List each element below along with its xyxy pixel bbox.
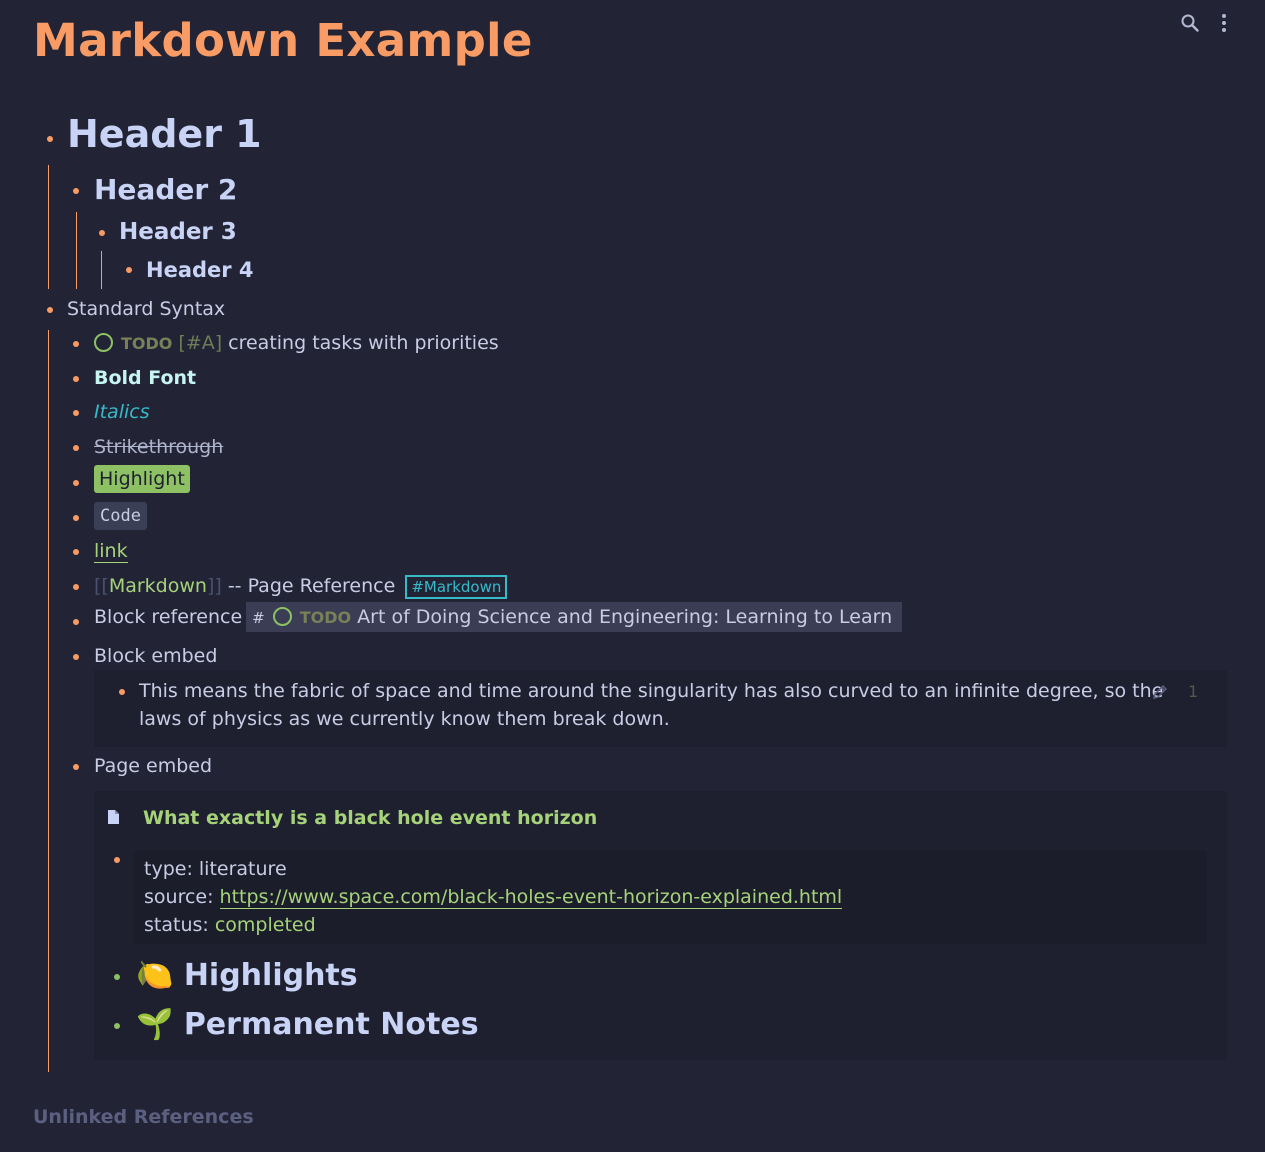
source-link[interactable]: https://www.space.com/black-holes-event-… [219, 886, 843, 909]
more-vertical-icon[interactable] [1211, 10, 1237, 36]
todo-text: creating tasks with priorities [228, 332, 499, 354]
block-reference-label: Block reference [94, 606, 243, 628]
block-embed: This means the fabric of space and time … [94, 670, 1227, 747]
property-key: status: [144, 914, 209, 936]
block-bullet[interactable] [114, 974, 120, 980]
header-3[interactable]: Header 3 [119, 219, 237, 245]
block-reference[interactable]: # TODO Art of Doing Science and Engineerin… [246, 602, 903, 632]
permanent-notes-heading[interactable]: 🌱 Permanent Notes [136, 1007, 479, 1042]
property-value: literature [198, 858, 287, 880]
block-bullet[interactable] [114, 1023, 120, 1029]
block-bullet[interactable] [73, 188, 79, 194]
seedling-icon: 🌱 [136, 1007, 174, 1042]
bracket-open: [[ [94, 575, 109, 597]
priority-tag[interactable]: [#A] [178, 332, 222, 354]
reference-count[interactable]: 1 [1188, 682, 1198, 701]
strikethrough-text[interactable]: Strikethrough [94, 436, 223, 458]
block-bullet[interactable] [99, 230, 105, 236]
block-embed-label[interactable]: Block embed [94, 645, 217, 667]
block-bullet[interactable] [73, 654, 79, 660]
block-bullet[interactable] [73, 764, 79, 770]
heading-text: Permanent Notes [183, 1007, 479, 1042]
block-bullet[interactable] [119, 689, 125, 695]
block-bullet[interactable] [126, 267, 132, 273]
block-bullet[interactable] [73, 480, 79, 486]
header-4[interactable]: Header 4 [146, 258, 254, 282]
block-bullet[interactable] [114, 857, 120, 863]
page-reference-block[interactable]: [[Markdown]] -- Page Reference #Markdown [94, 575, 508, 599]
link-block: link [94, 540, 128, 563]
standard-syntax-label[interactable]: Standard Syntax [67, 298, 225, 320]
header-1[interactable]: Header 1 [67, 112, 262, 156]
page-embed: What exactly is a black hole event horiz… [94, 791, 1227, 1060]
property-type: type: literature [144, 858, 287, 880]
block-reference-text: Art of Doing Science and Engineering: Le… [357, 606, 893, 628]
todo-checkbox[interactable] [94, 333, 113, 352]
block-bullet[interactable] [73, 584, 79, 590]
bold-text[interactable]: Bold Font [94, 367, 196, 389]
hash-icon: # [252, 609, 265, 627]
property-key: source: [144, 886, 214, 908]
children-guide-line [101, 251, 102, 289]
embedded-block-line[interactable]: laws of physics as we currently know the… [139, 708, 670, 730]
embedded-block-line[interactable]: This means the fabric of space and time … [139, 680, 1163, 702]
todo-block[interactable]: TODO [#A] creating tasks with priorities [94, 332, 499, 354]
italic-text[interactable]: Italics [94, 401, 150, 423]
page-properties[interactable]: type: literature source: https://www.spa… [134, 851, 1207, 944]
edit-pencil-icon[interactable] [1152, 684, 1168, 704]
todo-keyword: TODO [299, 608, 352, 627]
block-reference-row: Block reference # TODO Art of Doing Science… [94, 602, 903, 632]
markdown-tag[interactable]: #Markdown [405, 575, 508, 599]
header-2[interactable]: Header 2 [94, 173, 237, 206]
block-bullet[interactable] [73, 410, 79, 416]
block-bullet[interactable] [73, 341, 79, 347]
page-title[interactable]: Markdown Example [33, 14, 533, 67]
page-embed-label[interactable]: Page embed [94, 755, 212, 777]
children-guide-line [76, 212, 77, 289]
inline-code: Code [94, 502, 147, 530]
highlight-text: Highlight [94, 465, 190, 493]
link[interactable]: link [94, 540, 128, 563]
block-bullet[interactable] [47, 307, 53, 313]
block-bullet[interactable] [47, 136, 53, 142]
embedded-page-title[interactable]: What exactly is a black hole event horiz… [143, 807, 597, 829]
property-status: status: completed [144, 914, 316, 936]
block-bullet[interactable] [73, 445, 79, 451]
property-value[interactable]: completed [215, 914, 316, 936]
heading-text: Highlights [183, 958, 358, 993]
page-reference-link[interactable]: Markdown [109, 575, 207, 597]
unlinked-references-toggle[interactable]: Unlinked References [33, 1106, 254, 1128]
block-bullet[interactable] [73, 549, 79, 555]
code-block[interactable]: Code [94, 502, 147, 530]
property-source: source: https://www.space.com/black-hole… [144, 886, 843, 909]
children-guide-line [48, 330, 49, 1072]
todo-keyword: TODO [121, 334, 173, 353]
page-reference-text: -- Page Reference [227, 575, 396, 597]
block-bullet[interactable] [73, 619, 79, 625]
highlights-heading[interactable]: 🍋 Highlights [136, 958, 358, 993]
highlight-block[interactable]: Highlight [94, 465, 190, 493]
search-icon[interactable] [1177, 10, 1203, 36]
todo-checkbox[interactable] [272, 607, 292, 626]
page-icon [107, 809, 120, 829]
children-guide-line [48, 165, 49, 289]
block-bullet[interactable] [73, 515, 79, 521]
bracket-close: ]] [206, 575, 222, 597]
block-bullet[interactable] [73, 376, 79, 382]
lemon-icon: 🍋 [136, 958, 174, 993]
property-key: type: [144, 858, 193, 880]
